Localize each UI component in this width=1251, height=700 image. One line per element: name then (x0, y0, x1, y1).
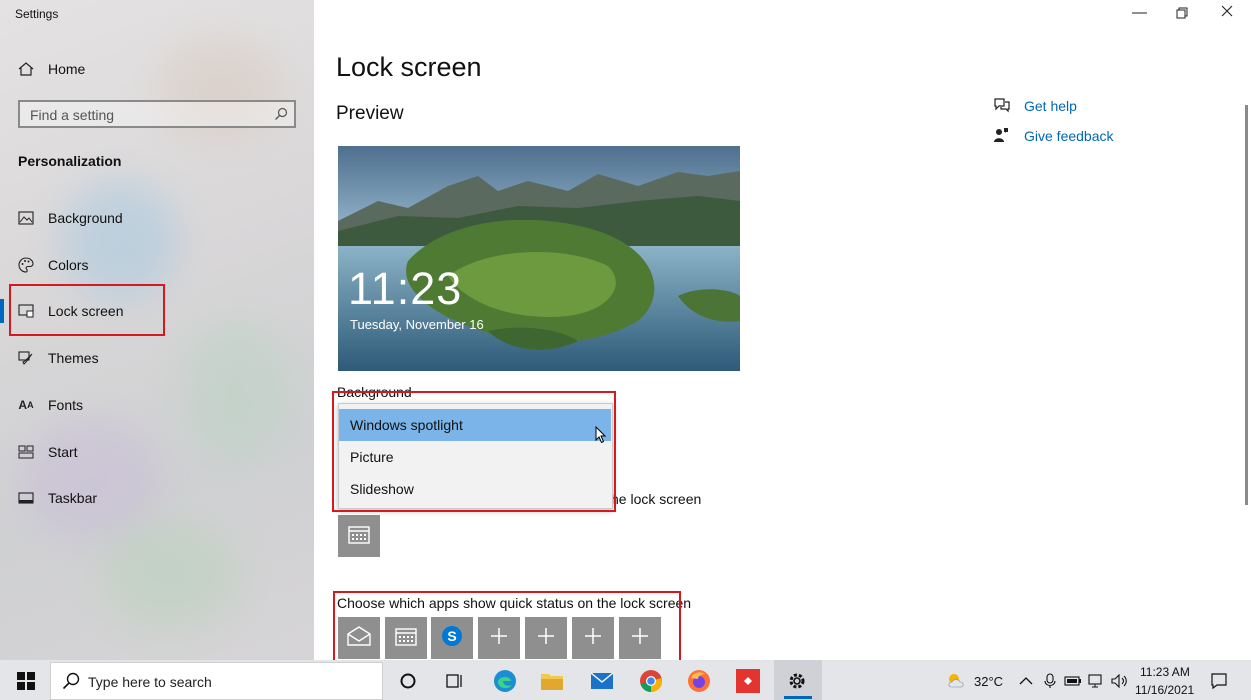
anydesk-app-icon[interactable] (733, 666, 763, 696)
annotation-box-lock-screen (9, 284, 165, 336)
nav-home-label: Home (48, 61, 86, 77)
lock-screen-preview (338, 146, 740, 371)
preview-date: Tuesday, November 16 (350, 317, 484, 332)
start-icon (17, 443, 35, 461)
section-title: Personalization (18, 153, 122, 169)
active-app-indicator (784, 696, 812, 699)
sidebar-item-label: Themes (48, 350, 99, 366)
sidebar-item-colors[interactable]: Colors (0, 245, 314, 285)
mail-app-icon[interactable] (587, 666, 617, 696)
preview-heading: Preview (336, 103, 404, 124)
sidebar-item-label: Fonts (48, 397, 84, 413)
get-help-icon (993, 97, 1011, 118)
notification-icon[interactable] (1204, 666, 1234, 696)
edge-browser-icon[interactable] (490, 666, 520, 696)
firefox-browser-icon[interactable] (684, 666, 714, 696)
give-feedback-link[interactable]: Give feedback (1024, 128, 1114, 144)
sidebar-item-start[interactable]: Start (0, 432, 314, 472)
restore-button[interactable] (1176, 6, 1188, 23)
taskbar-clock-time[interactable]: 11:23 AM (1140, 665, 1190, 679)
windows-start-button[interactable] (11, 666, 41, 696)
page-title: Lock screen (336, 52, 482, 82)
picture-icon (17, 209, 35, 227)
search-placeholder: Find a setting (30, 107, 115, 123)
minimize-button[interactable]: — (1132, 4, 1147, 21)
gear-icon (782, 666, 812, 696)
sidebar-item-label: Taskbar (48, 490, 98, 506)
sidebar-item-themes[interactable]: Themes (0, 338, 314, 378)
preview-time: 11:23 (348, 263, 463, 314)
search-icon (62, 672, 80, 695)
brush-icon (17, 349, 35, 367)
close-button[interactable] (1221, 4, 1233, 21)
get-help-link[interactable]: Get help (1024, 98, 1077, 114)
palette-icon (17, 256, 35, 274)
home-icon (17, 60, 35, 78)
sidebar-item-background[interactable]: Background (0, 198, 314, 238)
font-icon: AA (18, 398, 34, 412)
weather-temperature: 32°C (974, 674, 1004, 689)
nav-home[interactable]: Home (0, 49, 314, 89)
weather-icon[interactable] (941, 666, 971, 696)
scrollbar[interactable] (1245, 105, 1248, 505)
cortana-icon[interactable] (393, 666, 423, 696)
search-icon (274, 107, 288, 126)
detailed-status-label: he lock screen (611, 491, 702, 507)
taskbar-icon (17, 489, 35, 507)
find-setting-input[interactable]: Find a setting (18, 100, 296, 128)
taskbar-search-placeholder: Type here to search (88, 674, 212, 690)
give-feedback-icon (993, 127, 1009, 148)
sidebar-item-label: Background (48, 210, 123, 226)
sidebar-item-fonts[interactable]: AA Fonts (0, 385, 314, 425)
volume-icon[interactable] (1105, 666, 1135, 696)
sidebar-item-label: Start (48, 444, 78, 460)
sidebar-item-taskbar[interactable]: Taskbar (0, 478, 314, 518)
file-explorer-icon[interactable] (537, 666, 567, 696)
taskbar-search-box[interactable]: Type here to search (50, 662, 383, 700)
sidebar-item-label: Colors (48, 257, 89, 273)
calendar-icon (348, 524, 370, 549)
detailed-status-app-calendar[interactable] (338, 515, 380, 557)
app-title: Settings (15, 7, 59, 21)
annotation-box-background (332, 391, 616, 512)
taskbar-clock-date[interactable]: 11/16/2021 (1135, 683, 1194, 697)
chrome-browser-icon[interactable] (636, 666, 666, 696)
task-view-icon[interactable] (440, 666, 470, 696)
